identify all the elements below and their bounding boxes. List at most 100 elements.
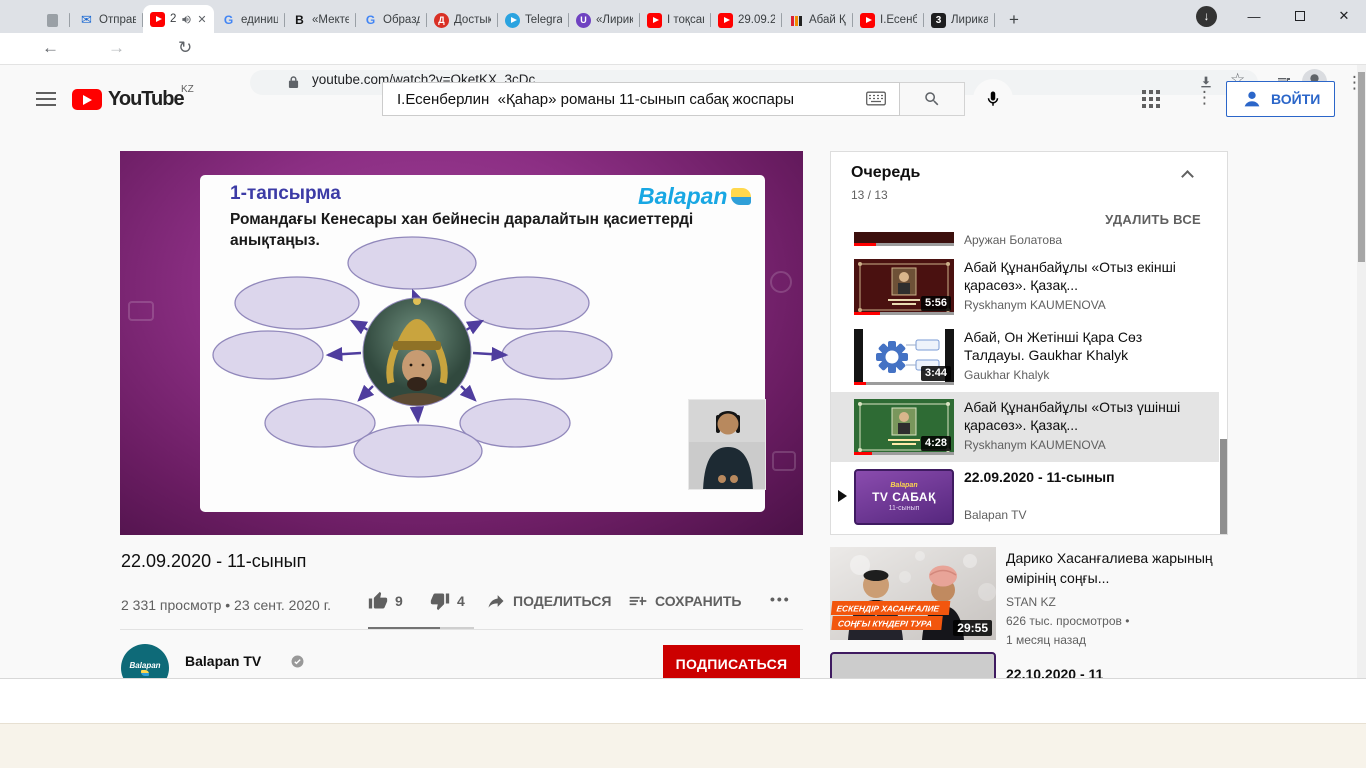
search-button[interactable] <box>900 82 965 116</box>
window-maximize-button[interactable] <box>1278 0 1322 32</box>
duration-badge: 29:55 <box>953 620 992 636</box>
share-button[interactable]: ПОДЕЛИТЬСЯ <box>486 591 611 611</box>
duration-badge: 4:28 <box>920 436 951 451</box>
page-scrollbar-thumb[interactable] <box>1358 72 1365 262</box>
queue-item-thumbnail[interactable]: 3:44 <box>854 329 954 385</box>
queue-title: Очередь <box>851 164 921 181</box>
background-pattern <box>770 271 792 293</box>
like-button[interactable]: 9 <box>368 591 403 611</box>
video-stats: 2 331 просмотр • 23 сент. 2020 г. <box>121 597 331 613</box>
queue-item-title: 22.09.2020 - 11-сынып <box>964 469 1115 485</box>
spider-diagram <box>212 236 613 478</box>
background-pattern <box>772 451 796 471</box>
youtube-apps-icon[interactable] <box>1142 90 1146 94</box>
queue-item-channel: Ryskhanym KAUMENOVA <box>964 438 1106 452</box>
dostyk-icon <box>434 12 449 28</box>
tab-telegram[interactable]: Telegra <box>498 7 569 33</box>
guide-hamburger-icon[interactable] <box>36 92 56 94</box>
tab-youtube-4[interactable]: I.Есенбе <box>853 7 924 33</box>
microphone-icon <box>987 91 999 106</box>
youtube-search-input[interactable] <box>397 83 847 115</box>
queue-collapse-icon[interactable] <box>1181 170 1194 183</box>
svg-text:ЕСКЕНДІР ХАСАНҒАЛИЕ: ЕСКЕНДІР ХАСАНҒАЛИЕ <box>836 604 940 614</box>
channel-name[interactable]: Balapan TV <box>185 653 261 669</box>
downloads-bar: № 2 С.Сейфулли....docx № 1 С.Сейфулли...… <box>0 678 1366 723</box>
keyboard-icon[interactable] <box>866 91 886 106</box>
tab-lyrica[interactable]: Лирика <box>924 7 995 33</box>
youtube-settings-dots-icon[interactable]: ⋮ <box>1196 88 1213 108</box>
queue-item-title: Абай Құнанбайұлы «Отыз үшінші қарасөз». … <box>964 399 1181 433</box>
thumbs-up-icon <box>368 591 388 609</box>
screen: Отправ 2 ✕ единиц «Мекте Образд Достык T… <box>0 0 1366 768</box>
related-video-views: 626 тыс. просмотров • <box>1006 614 1130 628</box>
queue-item-thumbnail[interactable]: 4:28 <box>854 399 954 455</box>
queue-item-1[interactable]: 5:56 Абай Құнанбайұлы «Отыз екінші қарас… <box>831 252 1219 322</box>
video-title: 22.09.2020 - 11-сынып <box>121 551 307 571</box>
now-playing-icon <box>838 490 847 502</box>
more-actions-icon[interactable]: ••• <box>770 591 791 607</box>
tab-google-1[interactable]: единиц <box>214 7 285 33</box>
download-progress-icon[interactable]: ↓ <box>1196 6 1217 27</box>
subscribe-button[interactable]: ПОДПИСАТЬСЯ <box>663 645 800 682</box>
sign-in-button[interactable]: ВОЙТИ <box>1226 81 1336 117</box>
telegram-icon <box>505 12 520 28</box>
tab-audio-icon[interactable] <box>181 14 192 25</box>
queue-position: 13 / 13 <box>851 188 888 202</box>
window-close-button[interactable]: ✕ <box>1322 0 1366 32</box>
youtube-icon <box>860 12 875 28</box>
dislike-button[interactable]: 4 <box>430 591 465 611</box>
lesson-slide: 1-тапсырма Романдағы Кенесары хан бейнес… <box>200 175 766 512</box>
queue-item-thumbnail[interactable]: Balapan TV САБАҚ 11-сынып <box>854 469 954 525</box>
queue-item-partial[interactable]: Аружан Болатова <box>831 232 1219 252</box>
related-video-title[interactable]: Дарико Хасанғалиева жарының өмірінің соң… <box>1006 548 1230 588</box>
tab-close-icon[interactable]: ✕ <box>197 13 206 26</box>
queue-item-2[interactable]: 3:44 Абай, Он Жетінші Қара Сөз Талдауы. … <box>831 322 1219 392</box>
queue-item-thumbnail[interactable] <box>854 232 954 246</box>
tab-vk[interactable]: «Мекте <box>285 7 356 33</box>
window-minimize-button[interactable]: — <box>1232 0 1276 32</box>
queue-item-channel: Gaukhar Khalyk <box>964 368 1050 382</box>
tab-mail[interactable]: Отправ <box>72 7 143 33</box>
tab-youtube-3[interactable]: 29.09.20 <box>711 7 782 33</box>
document-icon <box>47 13 58 27</box>
tab-youtube-active[interactable]: 2 ✕ <box>143 5 214 33</box>
tab-abai[interactable]: Абай Құ <box>782 7 853 33</box>
verified-badge-icon <box>291 655 304 668</box>
save-button[interactable]: СОХРАНИТЬ <box>628 591 741 611</box>
youtube-icon <box>647 12 662 28</box>
tab-youtube-2[interactable]: I тоқсан <box>640 7 711 33</box>
video-player[interactable]: 1-тапсырма Романдағы Кенесары хан бейнес… <box>120 151 803 535</box>
queue-item-3-highlighted[interactable]: 4:28 Абай Құнанбайұлы «Отыз үшінші қарас… <box>831 392 1219 462</box>
duration-badge: 5:56 <box>920 296 951 311</box>
related-video-thumbnail[interactable]: ЕСКЕНДІР ХАСАНҒАЛИЕ СОҢҒЫ КҮНДЕРІ ТУРА 2… <box>830 547 996 640</box>
youtube-search-box[interactable] <box>382 82 900 116</box>
queue-scrollbar[interactable] <box>1220 439 1227 534</box>
u-icon <box>576 12 591 28</box>
tab-dostyk[interactable]: Достык <box>427 7 498 33</box>
back-button[interactable]: ← <box>42 39 59 56</box>
queue-item-now-playing[interactable]: Balapan TV САБАҚ 11-сынып 22.09.2020 - 1… <box>831 462 1219 532</box>
pinned-tab[interactable] <box>40 7 70 33</box>
youtube-icon <box>150 11 165 27</box>
forward-button[interactable]: → <box>108 39 125 56</box>
browser-toolbar: ← → ↻ youtube.com/watch?v=OketKX_3cDc ☆ … <box>0 33 1366 95</box>
queue-clear-all-button[interactable]: УДАЛИТЬ ВСЕ <box>1105 212 1201 227</box>
google-ic <box>363 13 378 28</box>
queue-item-thumbnail[interactable]: 5:56 <box>854 259 954 315</box>
related-video-channel[interactable]: STAN KZ <box>1006 595 1056 609</box>
vk-icon <box>292 13 307 28</box>
bars-icon <box>789 13 804 28</box>
youtube-logo-text[interactable]: YouTube <box>108 88 185 111</box>
tab-lyric-u[interactable]: «Лирик <box>569 7 640 33</box>
queue-item-title: Абай, Он Жетінші Қара Сөз Талдауы. Gaukh… <box>964 329 1143 363</box>
voice-search-button[interactable] <box>973 79 1013 119</box>
queue-item-channel: Аружан Болатова <box>964 233 1062 247</box>
new-tab-button[interactable]: + <box>1002 8 1026 32</box>
page-scrollbar[interactable] <box>1357 65 1366 678</box>
reload-button[interactable]: ↻ <box>178 39 192 56</box>
share-icon <box>488 595 504 608</box>
windows-taskbar: 5 Y B. W 25°C ҚАЗ 10:06 12.08.2021 1 <box>0 723 1366 768</box>
youtube-logo-icon[interactable] <box>72 89 102 110</box>
tab-google-2[interactable]: Образд <box>356 7 427 33</box>
background-pattern <box>128 301 154 321</box>
